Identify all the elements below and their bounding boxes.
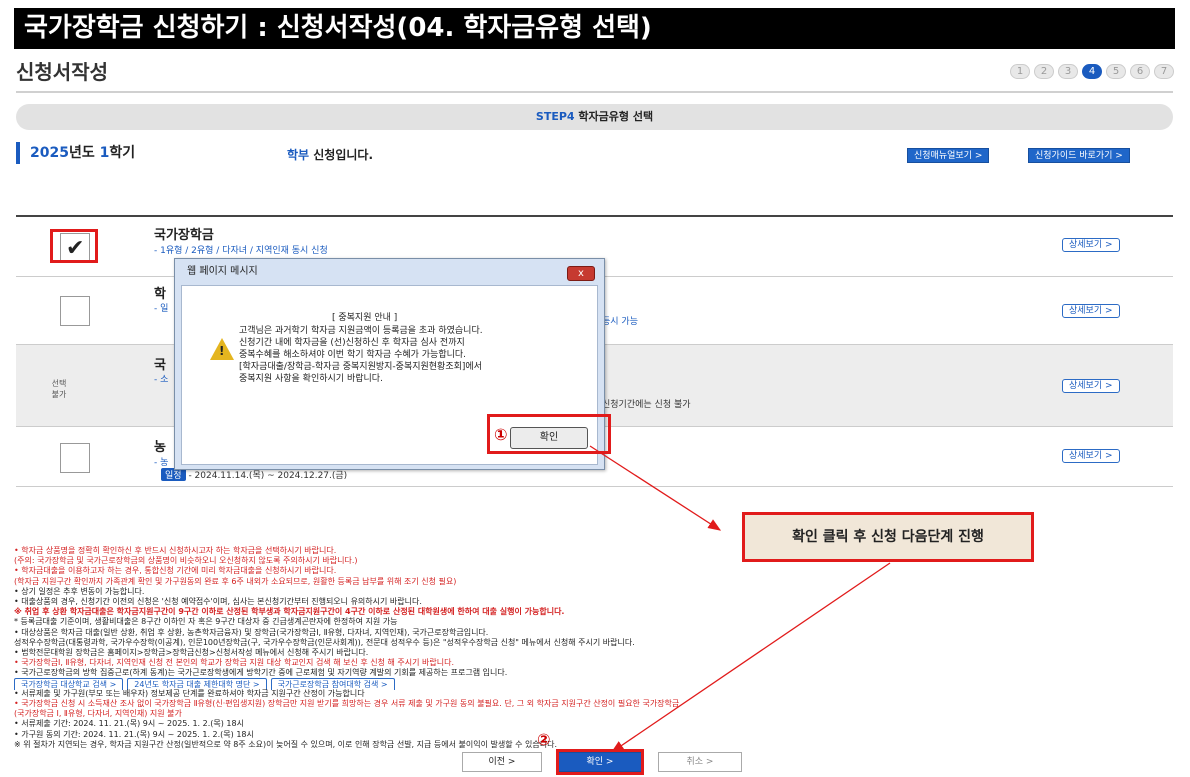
- cancel-button[interactable]: 취소 >: [658, 752, 742, 772]
- step-marker-2: ②: [537, 730, 551, 749]
- highlight-box: [556, 749, 644, 775]
- prev-button[interactable]: 이전 >: [462, 752, 542, 772]
- arrow-to-callout: [589, 445, 722, 531]
